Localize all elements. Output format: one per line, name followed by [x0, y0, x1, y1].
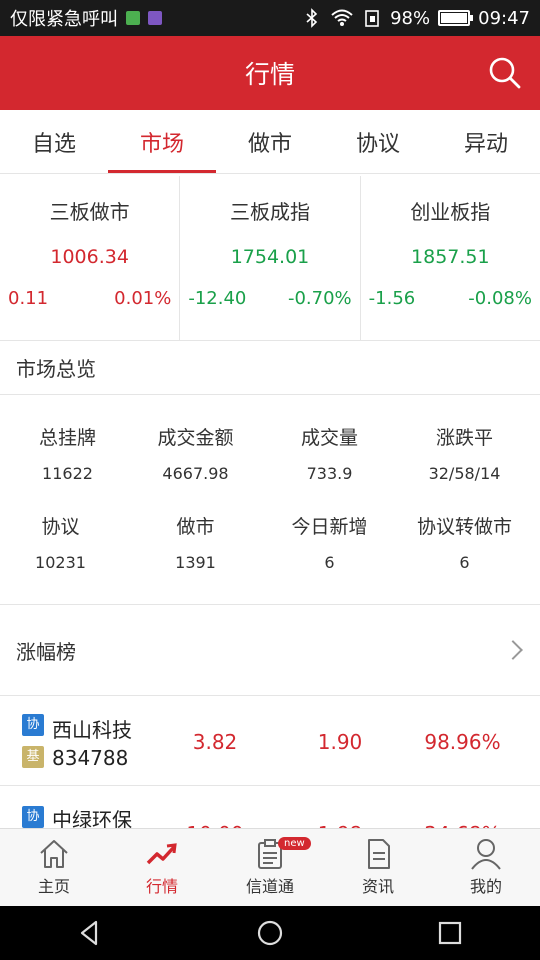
stat-label: 总挂牌	[38, 427, 96, 449]
sim-icon	[126, 11, 140, 25]
stat-label: 协议	[41, 516, 80, 538]
overview-stat: 协议转做市 6	[397, 512, 532, 572]
bottom-nav: 主页 行情 new 信道通 资讯 我的	[0, 828, 540, 906]
tab-market-making[interactable]: 做市	[216, 110, 324, 173]
user-icon	[471, 839, 501, 870]
index-value: 1754.01	[230, 246, 310, 268]
tab-agreement[interactable]: 协议	[324, 110, 432, 173]
agreement-badge: 协	[22, 806, 44, 828]
wifi-icon	[331, 9, 353, 26]
gallery-icon	[148, 11, 162, 25]
new-badge: new	[278, 837, 311, 850]
status-bar: 仅限紧急呼叫 98% 09:47	[0, 0, 540, 36]
overview-stat: 成交量 733.9	[262, 423, 397, 483]
index-change: -1.56	[368, 288, 416, 309]
search-icon[interactable]	[488, 56, 522, 90]
nav-channel[interactable]: new 信道通	[216, 829, 324, 906]
nav-label: 主页	[37, 877, 70, 896]
overview-stat: 协议 10231	[0, 512, 128, 572]
stat-value: 32/58/14	[428, 464, 501, 483]
system-nav-bar	[0, 906, 540, 960]
fund-badge: 基	[22, 746, 44, 768]
index-card[interactable]: 创业板指 1857.51 -1.56 -0.08%	[361, 176, 540, 340]
nav-news[interactable]: 资讯	[324, 829, 432, 906]
agreement-badge: 协	[22, 714, 44, 736]
stat-value: 1391	[175, 553, 216, 572]
market-tabs: 自选 市场 做市 协议 异动	[0, 110, 540, 174]
index-name: 三板做市	[49, 200, 130, 224]
battery-icon	[438, 10, 474, 26]
stat-value: 6	[324, 553, 335, 572]
index-change: 0.11	[8, 288, 49, 309]
overview-stat: 总挂牌 11622	[0, 423, 135, 483]
overview-header: 市场总览	[0, 341, 540, 395]
back-icon[interactable]	[74, 917, 106, 949]
nav-label: 资讯	[361, 877, 394, 896]
clock: 09:47	[478, 7, 530, 29]
carrier-text: 仅限紧急呼叫	[10, 9, 118, 30]
index-name: 创业板指	[410, 200, 491, 224]
tab-anomaly[interactable]: 异动	[432, 110, 540, 173]
stat-value: 6	[459, 553, 470, 572]
bluetooth-icon	[306, 8, 318, 28]
sim-card-icon	[365, 10, 379, 27]
stat-label: 成交量	[300, 427, 358, 449]
battery-fill	[441, 13, 467, 23]
overview-title: 市场总览	[16, 357, 96, 381]
page-title: 行情	[244, 60, 295, 89]
home-icon	[40, 840, 68, 868]
index-change-percent: 0.01%	[114, 288, 172, 309]
trend-icon	[146, 843, 177, 865]
gainers-header[interactable]: 涨幅榜	[0, 605, 540, 696]
nav-profile[interactable]: 我的	[432, 829, 540, 906]
stock-price: 3.82	[192, 730, 238, 754]
index-card[interactable]: 三板成指 1754.01 -12.40 -0.70%	[180, 176, 361, 340]
index-change-percent: -0.70%	[287, 288, 352, 309]
index-change: -12.40	[188, 288, 247, 309]
stat-label: 做市	[176, 516, 215, 538]
nav-label: 行情	[145, 877, 178, 896]
index-value: 1006.34	[50, 246, 129, 268]
chevron-right-icon	[503, 640, 523, 660]
overview-stat: 今日新增 6	[262, 512, 397, 572]
index-cards: 三板做市 1006.34 0.11 0.01% 三板成指 1754.01 -12…	[0, 176, 540, 341]
stat-value: 4667.98	[162, 464, 229, 483]
gainers-title: 涨幅榜	[16, 639, 76, 664]
stat-value: 733.9	[306, 464, 353, 483]
index-card[interactable]: 三板做市 1006.34 0.11 0.01%	[0, 176, 181, 340]
index-name: 三板成指	[229, 200, 310, 224]
tab-watchlist[interactable]: 自选	[0, 110, 108, 173]
overview-stat: 涨跌平 32/58/14	[397, 423, 532, 483]
app-header: 行情	[0, 36, 540, 110]
overview-stat: 做市 1391	[128, 512, 263, 572]
stat-label: 协议转做市	[416, 516, 512, 538]
stat-value: 10231	[35, 553, 86, 572]
nav-label: 我的	[469, 877, 502, 896]
tab-market[interactable]: 市场	[108, 110, 216, 173]
nav-market[interactable]: 行情	[108, 829, 216, 906]
stat-label: 今日新增	[291, 516, 368, 538]
market-overview: 总挂牌 11622 成交金额 4667.98 成交量 733.9 涨跌平 32/…	[0, 395, 540, 605]
stock-change: 1.90	[317, 730, 363, 754]
home-button-icon[interactable]	[254, 917, 286, 949]
overview-stat: 成交金额 4667.98	[128, 423, 263, 483]
stat-label: 涨跌平	[435, 427, 493, 449]
stock-name: 西山科技	[52, 718, 132, 742]
stock-change-percent: 98.96%	[424, 730, 501, 754]
index-value: 1857.51	[411, 246, 490, 268]
nav-label: 信道通	[245, 877, 294, 896]
table-row[interactable]: 协 基 西山科技 834788 3.82 1.90 98.96%	[0, 696, 540, 786]
battery-percent: 98%	[390, 7, 431, 29]
index-change-percent: -0.08%	[468, 288, 532, 309]
stock-code: 834788	[52, 746, 129, 770]
recent-apps-icon[interactable]	[434, 917, 466, 949]
document-icon	[368, 839, 390, 869]
nav-home[interactable]: 主页	[0, 829, 108, 906]
stat-label: 成交金额	[157, 427, 234, 449]
stat-value: 11622	[42, 464, 93, 483]
